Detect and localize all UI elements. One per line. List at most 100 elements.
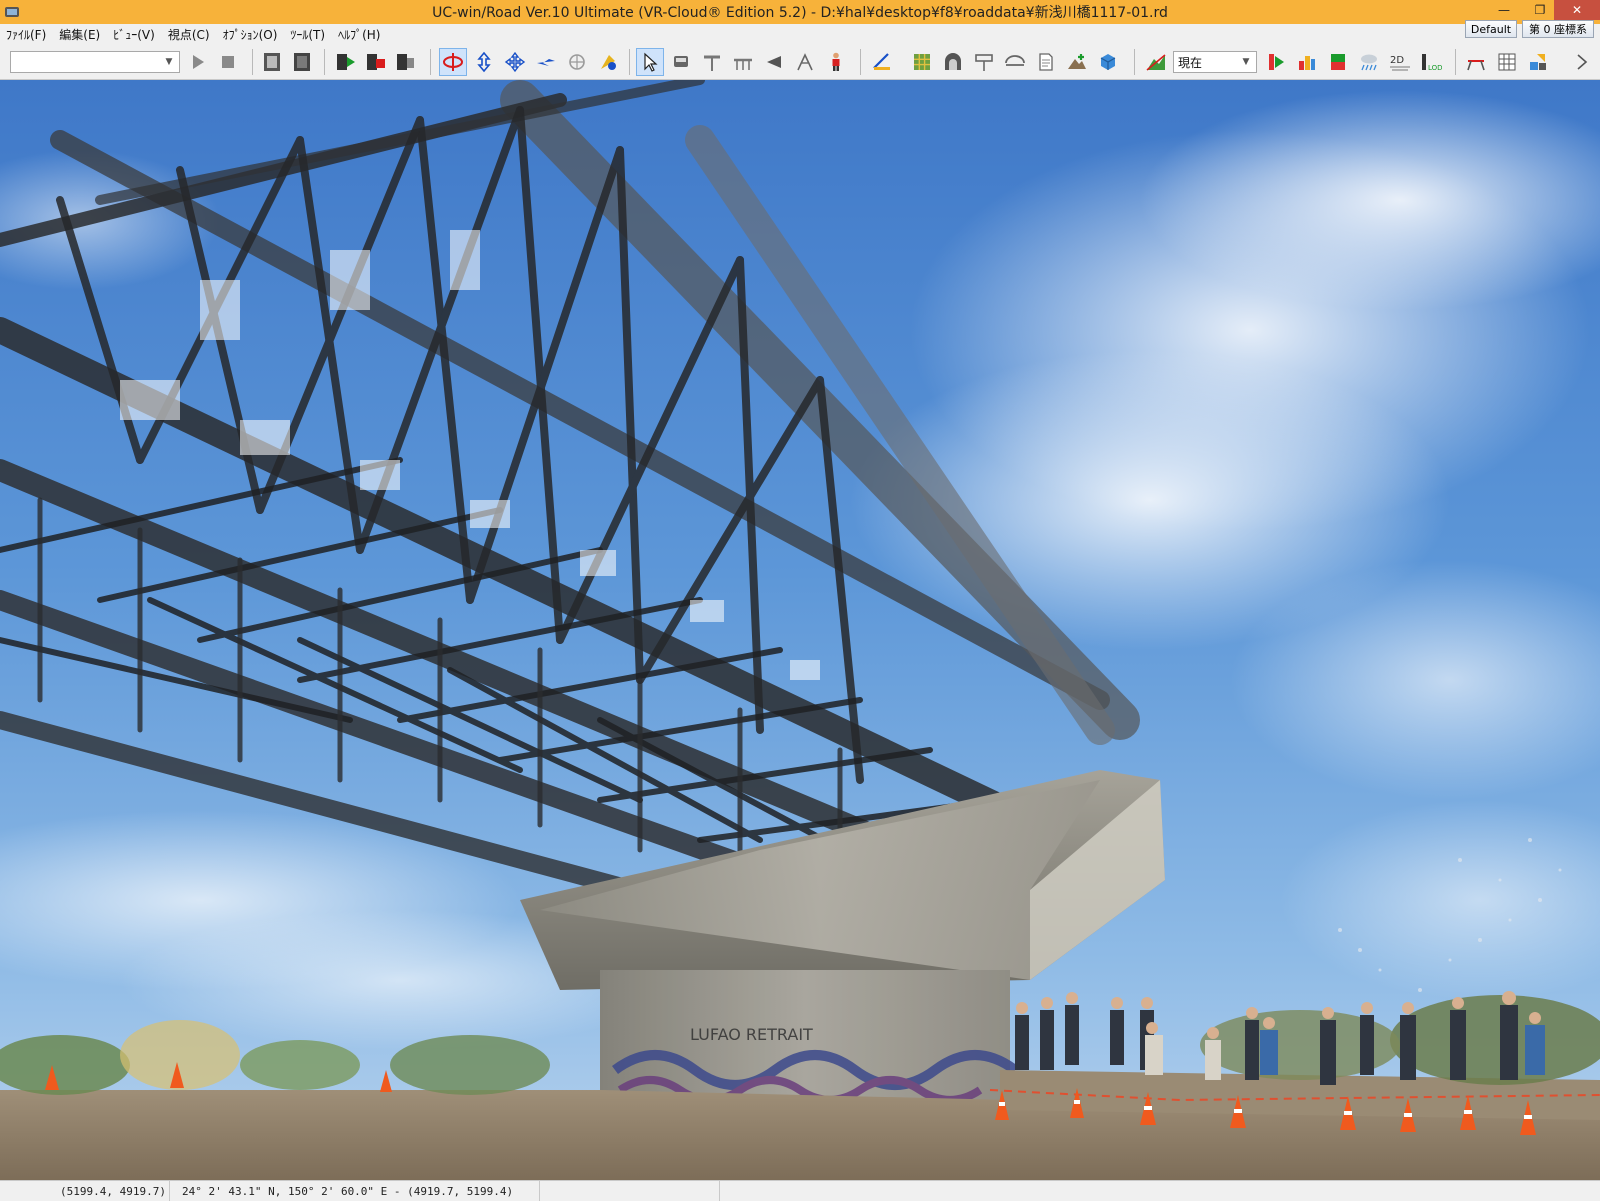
film-strip-icon [264,53,280,71]
rotate-view-button[interactable] [439,48,467,76]
vertical-move-button[interactable] [470,48,498,76]
coordinate-system-button[interactable]: 第 0 座標系 [1522,20,1594,38]
status-cursor-coords: (5199.4, 4919.7) [0,1181,170,1201]
default-button[interactable]: Default [1465,20,1517,38]
close-button[interactable]: ✕ [1554,0,1600,20]
cube-model-button[interactable] [1094,48,1122,76]
building-button[interactable] [1293,48,1321,76]
play-icon [193,55,204,69]
menu-edit[interactable]: 編集(E) [59,26,100,43]
terrain-add-button[interactable] [1063,48,1091,76]
section-view-icon [1467,60,1485,71]
menu-tools[interactable]: ﾂｰﾙ(T) [290,26,325,43]
terrain-edit-icon [1146,54,1166,71]
bridge-icon [1005,55,1025,66]
light-pole-button[interactable] [760,48,788,76]
film-strip-dark-icon [294,53,310,71]
menu-options[interactable]: ｵﾌﾟｼｮﾝ(O) [223,26,278,43]
svg-text:LOD: LOD [1428,64,1442,72]
building-icon [1299,56,1315,70]
app-icon[interactable] [4,4,20,20]
play-button[interactable] [184,48,212,76]
2d-view-button[interactable]: 2D [1386,48,1414,76]
toolbar-separator [1455,49,1456,75]
spreadsheet-icon [1498,53,1516,71]
toolbar-separator [430,49,431,75]
section-view-button[interactable] [1462,48,1490,76]
script-record-button[interactable] [362,48,390,76]
menu-file[interactable]: ﾌｧｲﾙ(F) [6,26,46,43]
title-bar[interactable]: UC-win/Road Ver.10 Ultimate (VR-Cloud® E… [0,0,1600,24]
light-pole-icon [767,56,781,68]
2d-view-icon: 2D [1390,55,1410,71]
toolbar-separator [1134,49,1135,75]
film-button[interactable] [258,48,286,76]
model-tools-button[interactable] [1524,48,1552,76]
character-button[interactable] [822,48,850,76]
script-record-icon [367,54,385,70]
ruler-button[interactable] [868,48,896,76]
main-toolbar: ▼ 現在 ▼ 2D LOD [0,44,1600,80]
traffic-signal-button[interactable] [1262,48,1290,76]
bridge-button[interactable] [1001,48,1029,76]
stop-button[interactable] [214,48,242,76]
terrain-edit-button[interactable] [1142,48,1170,76]
pan-move-button[interactable] [501,48,529,76]
orbit-button[interactable] [563,48,591,76]
measure-icon [797,53,813,71]
spreadsheet-button[interactable] [1493,48,1521,76]
signboard-icon [975,54,993,71]
road-sign-button[interactable] [698,48,726,76]
flag-button[interactable] [1324,48,1352,76]
toolbar-separator [860,49,861,75]
menu-help[interactable]: ﾍﾙﾌﾟ(H) [338,26,380,43]
weather-icon [1361,54,1377,71]
script-edit-icon [397,54,414,70]
cube-model-icon [1100,54,1116,70]
point-cloud-scene[interactable]: LUFAO RETRAIT [0,80,1600,1180]
vehicle-button[interactable] [667,48,695,76]
weather-button[interactable] [1355,48,1383,76]
grid-map-button[interactable] [908,48,936,76]
minimize-button[interactable]: — [1491,0,1517,20]
character-icon [832,52,840,71]
fly-icon [537,59,555,66]
graffiti-text: LUFAO RETRAIT [690,1025,813,1044]
measure-button[interactable] [791,48,819,76]
ruler-icon [873,53,890,70]
script-play-button[interactable] [332,48,360,76]
select-button[interactable] [636,48,664,76]
orbit-icon [569,54,585,70]
rotate-view-icon [443,53,463,71]
walk-icon [601,55,616,70]
select-pointer-icon [644,52,658,72]
road-sign-icon [704,55,720,71]
menu-view[interactable]: ﾋﾞｭｰ(V) [113,26,155,43]
walk-button[interactable] [594,48,622,76]
toolbar-separator [324,49,325,75]
signboard-button[interactable] [970,48,998,76]
scenario-combo[interactable]: ▼ [10,51,180,73]
menu-viewpoint[interactable]: 視点(C) [168,26,210,43]
toolbar-separator [252,49,253,75]
script-edit-button[interactable] [392,48,420,76]
fly-button[interactable] [532,48,560,76]
more-button[interactable] [1570,48,1594,76]
flag-icon [1331,54,1345,70]
time-combo[interactable]: 現在 ▼ [1173,51,1257,73]
3d-viewport[interactable]: LUFAO RETRAIT [0,80,1600,1180]
grid-map-icon [914,54,930,70]
guardrail-button[interactable] [729,48,757,76]
tunnel-button[interactable] [939,48,967,76]
status-geo-coords: 24° 2' 43.1" N, 150° 2' 60.0" E - (4919.… [170,1181,540,1201]
window-title: UC-win/Road Ver.10 Ultimate (VR-Cloud® E… [432,5,1168,21]
maximize-button[interactable]: ❐ [1527,0,1553,20]
traffic-signal-icon [1269,54,1284,70]
terrain-add-icon [1068,54,1086,69]
film-dark-button[interactable] [288,48,316,76]
lod-button[interactable]: LOD [1417,48,1445,76]
document-button[interactable] [1032,48,1060,76]
script-play-icon [337,54,355,70]
status-bar: (5199.4, 4919.7) 24° 2' 43.1" N, 150° 2'… [0,1180,1600,1201]
stop-icon [222,56,234,68]
